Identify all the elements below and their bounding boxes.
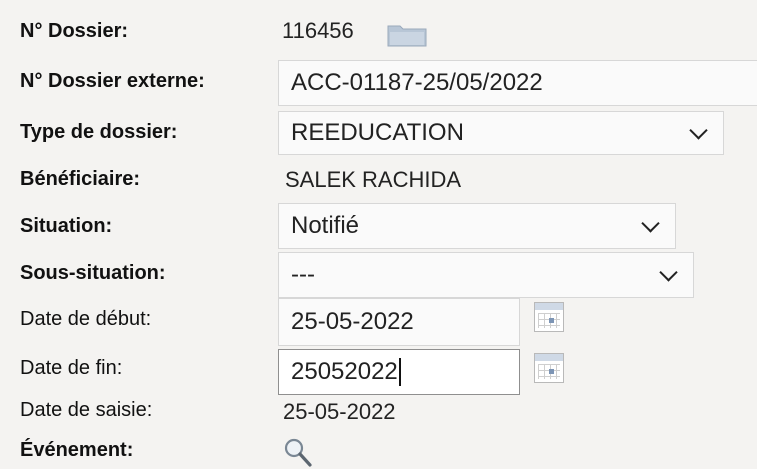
external-number-field[interactable]: ACC-01187-25/05/2022 (278, 60, 757, 106)
start-date-row: Date de début: 25-05-2022 (0, 298, 757, 346)
situation-select[interactable]: Notifié (278, 203, 676, 249)
end-date-row: Date de fin: 25052022 (0, 349, 757, 395)
external-label: N° Dossier externe: (20, 70, 205, 92)
chevron-down-icon (659, 263, 678, 282)
event-row: Événement: (0, 433, 757, 469)
dossier-row: N° Dossier: 116456 (0, 16, 757, 48)
situation-label: Situation: (20, 215, 113, 237)
subsituation-label: Sous-situation: (20, 262, 166, 284)
subsituation-row: Sous-situation: --- (0, 252, 757, 298)
end-date-input[interactable]: 25052022 (278, 349, 520, 395)
beneficiary-value: SALEK RACHIDA (285, 167, 462, 192)
beneficiary-label: Bénéficiaire: (20, 168, 141, 190)
start-date-label: Date de début: (20, 308, 152, 330)
calendar-icon[interactable] (534, 353, 564, 383)
entry-date-row: Date de saisie: 25-05-2022 (0, 397, 757, 429)
subsituation-select[interactable]: --- (278, 252, 694, 298)
start-date-input[interactable]: 25-05-2022 (278, 298, 520, 346)
start-date-value: 25-05-2022 (291, 308, 414, 335)
calendar-icon[interactable] (534, 302, 564, 332)
external-row: N° Dossier externe: ACC-01187-25/05/2022 (0, 60, 757, 106)
beneficiary-row: Bénéficiaire: SALEK RACHIDA (0, 163, 757, 197)
dossier-number: 116456 (282, 18, 354, 43)
end-date-label: Date de fin: (20, 357, 123, 379)
entry-date-label: Date de saisie: (20, 399, 153, 421)
chevron-down-icon (641, 214, 660, 233)
type-value: REEDUCATION (291, 119, 464, 146)
entry-date-value: 25-05-2022 (283, 399, 396, 424)
chevron-down-icon (689, 121, 708, 140)
type-row: Type de dossier: REEDUCATION (0, 111, 757, 155)
situation-value: Notifié (291, 212, 360, 239)
situation-row: Situation: Notifié (0, 203, 757, 249)
event-label: Événement: (20, 439, 134, 461)
search-icon[interactable] (282, 437, 314, 469)
folder-icon[interactable] (386, 20, 428, 48)
subsituation-value: --- (291, 261, 315, 288)
type-select[interactable]: REEDUCATION (278, 111, 724, 155)
type-label: Type de dossier: (20, 121, 178, 143)
external-number-value: ACC-01187-25/05/2022 (291, 69, 543, 96)
end-date-value: 25052022 (291, 358, 398, 385)
text-cursor (398, 358, 401, 386)
dossier-label: N° Dossier: (20, 20, 129, 42)
